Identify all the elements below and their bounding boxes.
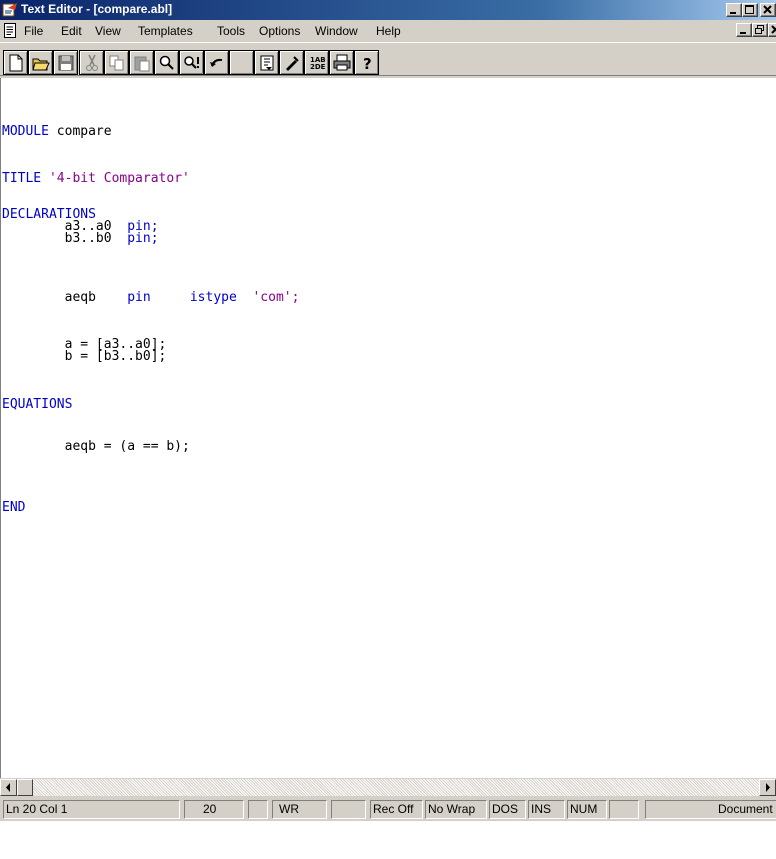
help-icon: ?	[363, 55, 372, 72]
new-file-icon	[9, 54, 23, 72]
status-blank-2	[331, 800, 366, 819]
arrow-right-icon	[766, 783, 770, 792]
blank-icon	[233, 54, 251, 72]
code-line: EQUATIONS	[2, 397, 73, 412]
arrow-left-icon	[6, 783, 10, 792]
insert-file-button[interactable]	[254, 50, 279, 75]
save-button[interactable]	[53, 50, 78, 75]
find-icon	[159, 55, 174, 70]
paste-icon	[134, 56, 150, 72]
code-line: aeqb = (a == b);	[2, 439, 190, 454]
cut-icon	[86, 54, 98, 71]
edit-tool-icon	[286, 56, 299, 71]
status-bar: Ln 20 Col 1 20 WR Rec Off No Wrap DOS IN…	[0, 799, 776, 821]
code-line: END	[2, 500, 26, 515]
edit-tool-button[interactable]	[279, 50, 304, 75]
app-icon	[2, 3, 17, 17]
undo-button[interactable]	[204, 50, 229, 75]
title-bar[interactable]: Text Editor - [compare.abl]	[0, 0, 776, 20]
status-write-mode: WR	[272, 800, 327, 819]
minimize-icon	[730, 12, 736, 14]
help-button[interactable]: ?	[354, 50, 379, 75]
close-icon	[771, 25, 776, 34]
cut-button[interactable]	[79, 50, 104, 75]
status-insert: INS	[528, 800, 565, 819]
find-next-icon	[184, 56, 199, 69]
code-line: TITLE '4-bit Comparator'	[2, 171, 190, 186]
status-line-count: 20	[184, 800, 244, 819]
svg-text:?: ?	[363, 55, 372, 72]
print-button[interactable]	[329, 50, 354, 75]
doc-minimize-button[interactable]	[736, 23, 752, 37]
close-button[interactable]	[760, 3, 776, 17]
print-icon	[333, 54, 351, 71]
maximize-icon	[745, 5, 754, 14]
document-icon[interactable]	[3, 23, 17, 39]
scroll-left-button[interactable]	[0, 779, 17, 796]
toolbar: 1AB 2DE ?	[0, 42, 776, 76]
close-icon	[763, 5, 772, 14]
editor-text-area[interactable]: MODULE compare TITLE '4-bit Comparator' …	[0, 78, 776, 778]
restore-icon	[755, 25, 764, 34]
blank-button[interactable]	[229, 50, 254, 75]
save-icon	[58, 55, 74, 71]
undo-icon	[210, 58, 223, 67]
menu-tools[interactable]: Tools	[217, 24, 245, 38]
new-button[interactable]	[3, 50, 28, 75]
doc-close-button[interactable]	[768, 23, 776, 37]
code-line: aeqb pin istype 'com';	[2, 290, 300, 305]
insert-file-icon	[260, 55, 274, 71]
copy-button[interactable]	[104, 50, 129, 75]
doc-restore-button[interactable]	[752, 23, 768, 37]
background	[0, 821, 776, 859]
scroll-thumb[interactable]	[17, 779, 33, 796]
menu-help[interactable]: Help	[376, 24, 401, 38]
minimize-icon	[740, 32, 746, 34]
sort-icon: 1AB2DE	[310, 56, 326, 71]
sort-button[interactable]: 1AB 2DE	[304, 50, 329, 75]
code-line: b = [b3..b0];	[2, 349, 167, 364]
status-position: Ln 20 Col 1	[3, 800, 180, 819]
status-wrap: No Wrap	[425, 800, 487, 819]
svg-text:2DE: 2DE	[310, 63, 326, 71]
menu-options[interactable]: Options	[259, 24, 300, 38]
code-line: b3..b0 pin;	[2, 231, 159, 246]
status-doc: Document	[645, 800, 776, 819]
find-button[interactable]	[154, 50, 179, 75]
menu-window[interactable]: Window	[315, 24, 358, 38]
window-title: Text Editor - [compare.abl]	[21, 2, 173, 16]
status-blank-3	[609, 800, 639, 819]
maximize-button[interactable]	[742, 3, 758, 17]
scroll-right-button[interactable]	[759, 779, 776, 796]
minimize-button[interactable]	[726, 3, 742, 17]
status-blank	[248, 800, 268, 819]
menu-file[interactable]: File	[24, 24, 43, 38]
menu-view[interactable]: View	[95, 24, 121, 38]
paste-button[interactable]	[129, 50, 154, 75]
horizontal-scrollbar[interactable]	[0, 779, 776, 796]
status-record: Rec Off	[370, 800, 423, 819]
menu-bar: File Edit View Templates Tools Options W…	[0, 20, 776, 42]
open-button[interactable]	[28, 50, 53, 75]
status-format: DOS	[489, 800, 526, 819]
menu-templates[interactable]: Templates	[138, 24, 193, 38]
status-num: NUM	[567, 800, 607, 819]
menu-edit[interactable]: Edit	[61, 24, 82, 38]
copy-icon	[109, 55, 124, 71]
open-folder-icon	[32, 58, 50, 71]
code-line: MODULE compare	[2, 124, 112, 139]
find-next-button[interactable]	[179, 50, 204, 75]
